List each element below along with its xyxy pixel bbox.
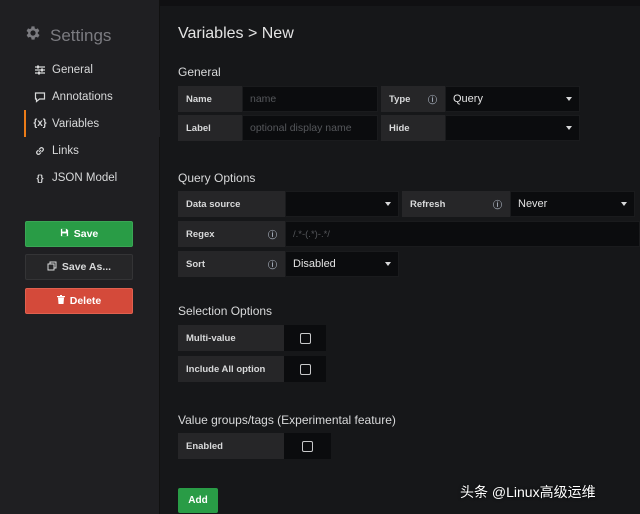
trash-icon — [56, 295, 65, 307]
type-label: Type ⓘ — [381, 86, 445, 112]
sidebar-item-label: JSON Model — [52, 171, 118, 184]
sidebar-header: Settings — [24, 24, 111, 47]
add-button[interactable]: Add — [178, 488, 218, 513]
sort-label-text: Sort — [186, 258, 205, 270]
delete-button[interactable]: Delete — [25, 288, 133, 314]
section-title-selection-options: Selection Options — [178, 304, 273, 318]
multi-value-checkbox[interactable] — [299, 332, 311, 344]
save-as-button[interactable]: Save As... — [25, 254, 133, 280]
sidebar-item-annotations[interactable]: Annotations — [24, 83, 160, 110]
refresh-select-value: Never — [518, 198, 548, 210]
save-button-label: Save — [73, 228, 99, 240]
caret-down-icon — [385, 202, 391, 206]
name-label: Name — [178, 86, 242, 112]
hide-label: Hide — [381, 115, 445, 141]
gear-icon — [24, 24, 42, 47]
caret-down-icon — [621, 202, 627, 206]
enabled-checkbox-wrap — [284, 433, 331, 459]
label-input[interactable]: optional display name — [242, 115, 378, 141]
refresh-label-text: Refresh — [410, 198, 446, 210]
name-label-text: Name — [186, 93, 212, 105]
section-title-query-options: Query Options — [178, 171, 256, 185]
sidebar-item-label: Annotations — [52, 90, 113, 103]
sidebar-nav: General Annotations {x} Variables Links … — [24, 56, 160, 191]
include-all-label: Include All option — [178, 356, 284, 382]
save-as-button-label: Save As... — [61, 261, 112, 273]
caret-down-icon — [385, 262, 391, 266]
regex-input[interactable]: /.*-(.*)-.*/ — [285, 221, 640, 247]
multi-value-checkbox-wrap — [284, 325, 326, 351]
name-input[interactable]: name — [242, 86, 378, 112]
info-icon[interactable]: ⓘ — [428, 93, 437, 106]
enabled-checkbox[interactable] — [302, 440, 313, 452]
info-icon[interactable]: ⓘ — [268, 258, 277, 271]
info-icon[interactable]: ⓘ — [268, 228, 277, 241]
info-icon[interactable]: ⓘ — [493, 198, 502, 211]
delete-button-label: Delete — [69, 295, 102, 307]
hide-select[interactable] — [445, 115, 580, 141]
code-file-icon: {} — [36, 172, 44, 183]
datasource-label-text: Data source — [186, 198, 241, 210]
sort-select-value: Disabled — [293, 258, 336, 270]
type-select-value: Query — [453, 93, 483, 105]
section-title-general: General — [178, 65, 221, 79]
multi-value-label: Multi-value — [178, 325, 284, 351]
sort-label: Sort ⓘ — [178, 251, 285, 277]
braces-icon: {x} — [33, 118, 47, 129]
watermark: 头条 @Linux高级运维 — [460, 484, 596, 500]
sliders-icon — [34, 64, 46, 76]
main-content: Variables > New General Name name Type ⓘ… — [160, 0, 640, 514]
section-title-value-groups: Value groups/tags (Experimental feature) — [178, 413, 396, 427]
regex-label: Regex ⓘ — [178, 221, 285, 247]
hide-label-text: Hide — [389, 122, 410, 134]
sort-select[interactable]: Disabled — [285, 251, 399, 277]
sidebar-item-variables[interactable]: {x} Variables — [24, 110, 160, 137]
caret-down-icon — [566, 97, 572, 101]
copy-icon — [47, 261, 57, 274]
refresh-label: Refresh ⓘ — [402, 191, 510, 217]
enabled-label: Enabled — [178, 433, 284, 459]
sidebar-title: Settings — [50, 25, 112, 45]
save-button[interactable]: Save — [25, 221, 133, 247]
label-label: Label — [178, 115, 242, 141]
include-all-label-text: Include All option — [186, 363, 266, 375]
sidebar-item-label: Links — [52, 144, 79, 157]
link-icon — [34, 145, 46, 157]
page-title: Variables > New — [178, 25, 294, 42]
refresh-select[interactable]: Never — [510, 191, 635, 217]
sidebar-item-json-model[interactable]: {} JSON Model — [24, 164, 160, 191]
enabled-label-text: Enabled — [186, 440, 223, 452]
sidebar-item-label: General — [52, 63, 93, 76]
multi-value-label-text: Multi-value — [186, 332, 236, 344]
sidebar-item-label: Variables — [52, 117, 100, 130]
settings-sidebar: Settings General Annotations {x} Variabl… — [0, 0, 160, 514]
sidebar-item-general[interactable]: General — [24, 56, 160, 83]
caret-down-icon — [566, 126, 572, 130]
type-select[interactable]: Query — [445, 86, 580, 112]
datasource-select[interactable] — [285, 191, 399, 217]
sidebar-item-links[interactable]: Links — [24, 137, 160, 164]
comment-icon — [34, 91, 46, 103]
regex-label-text: Regex — [186, 228, 215, 240]
save-icon — [60, 228, 69, 240]
include-all-checkbox-wrap — [284, 356, 326, 382]
label-label-text: Label — [186, 122, 211, 134]
type-label-text: Type — [389, 93, 411, 105]
datasource-label: Data source — [178, 191, 285, 217]
include-all-checkbox[interactable] — [299, 363, 311, 375]
